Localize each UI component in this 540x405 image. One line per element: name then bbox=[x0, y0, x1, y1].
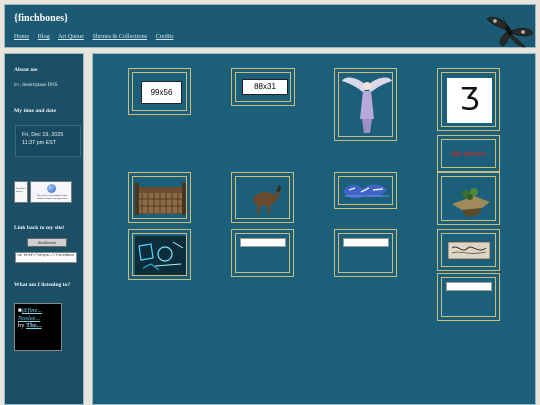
small-badge[interactable]: Big tables queens bbox=[14, 181, 28, 203]
neon-art-icon bbox=[135, 236, 186, 275]
link-back-heading: Link back to my site! bbox=[14, 225, 65, 231]
gate-graphic[interactable] bbox=[128, 172, 191, 223]
by-label: by bbox=[18, 322, 25, 329]
angel-icon bbox=[342, 77, 392, 133]
stamp-99x56[interactable]: 99x56 bbox=[128, 68, 191, 115]
globe-icon bbox=[47, 184, 56, 193]
island-graphic[interactable] bbox=[437, 172, 500, 225]
nav-shrines-collections[interactable]: Shrines & Collections bbox=[92, 33, 147, 40]
nav-blog[interactable]: Blog bbox=[38, 33, 50, 40]
glyph-symbol: Ʒ bbox=[447, 78, 492, 123]
gate-icon bbox=[135, 183, 186, 215]
placeholder-99x56: 99x56 bbox=[141, 81, 182, 104]
scroll-graphic[interactable] bbox=[437, 229, 500, 271]
now-playing-line2: Noslee... bbox=[18, 315, 58, 323]
broken-image-2[interactable] bbox=[334, 229, 397, 277]
nav-art-queue[interactable]: Art Queue bbox=[58, 33, 84, 40]
neon-graphic[interactable] bbox=[128, 229, 191, 280]
button-88x31[interactable]: 88x31 bbox=[231, 68, 295, 106]
site-title[interactable]: {finchbones} bbox=[14, 13, 68, 24]
site-button[interactable]: finchbones bbox=[27, 238, 67, 247]
mirror-text: the mirror bbox=[451, 148, 486, 158]
main-nav: Home Blog Art Queue Shrines & Collection… bbox=[14, 33, 181, 40]
sidebar: About me it+, desert/plane DNS My time a… bbox=[4, 53, 84, 405]
embed-code-field[interactable]: <a href="https://finchbon bbox=[15, 252, 77, 263]
track-link[interactable]: @fine... bbox=[22, 307, 42, 314]
graffiti-graphic[interactable] bbox=[334, 172, 397, 209]
placeholder-88x31: 88x31 bbox=[242, 79, 288, 95]
now-playing-widget: ■@fine... Noslee... by The... bbox=[14, 303, 62, 351]
angel-graphic[interactable] bbox=[334, 68, 397, 141]
graffiti-icon bbox=[343, 184, 389, 199]
broken-image-3[interactable] bbox=[437, 273, 500, 321]
about-text: it+, desert/plane DNS bbox=[14, 83, 58, 88]
about-heading: About me bbox=[14, 67, 38, 73]
clock-time: 11:37 pm EST bbox=[22, 140, 57, 146]
scroll-icon bbox=[447, 241, 491, 260]
music-heading: What am I listening to? bbox=[14, 282, 71, 288]
handmade-web-badge[interactable]: This website was handmade before artific… bbox=[30, 181, 72, 203]
broken-image-icon bbox=[446, 282, 492, 291]
horse-graphic[interactable] bbox=[231, 172, 294, 223]
time-heading: My time and date bbox=[14, 108, 57, 114]
mirror-button[interactable]: the mirror bbox=[437, 135, 500, 172]
now-playing-line3: by The... bbox=[18, 322, 58, 330]
now-playing-line1: ■@fine... bbox=[18, 307, 43, 314]
track-title-link[interactable]: Noslee... bbox=[18, 315, 40, 322]
artist-link[interactable]: The... bbox=[26, 322, 41, 329]
site-header: {finchbones} Home Blog Art Queue Shrines… bbox=[4, 4, 536, 48]
moth-icon bbox=[486, 16, 534, 48]
clock-date: Fri, Dec 19, 2025 bbox=[22, 132, 64, 138]
collection-panel: 99x56 88x31 Ʒ the mirror bbox=[92, 53, 536, 405]
handmade-badge-caption: This website was handmade before artific… bbox=[36, 195, 68, 200]
nav-home[interactable]: Home bbox=[14, 33, 29, 40]
broken-image-icon bbox=[240, 238, 286, 247]
broken-image-icon bbox=[343, 238, 389, 247]
glyph-card[interactable]: Ʒ bbox=[437, 68, 500, 131]
clock-widget: Fri, Dec 19, 2025 11:37 pm EST bbox=[15, 125, 81, 157]
island-icon bbox=[452, 188, 490, 217]
nav-credits[interactable]: Credits bbox=[156, 33, 174, 40]
broken-image-1[interactable] bbox=[231, 229, 294, 277]
horse-icon bbox=[253, 185, 281, 215]
